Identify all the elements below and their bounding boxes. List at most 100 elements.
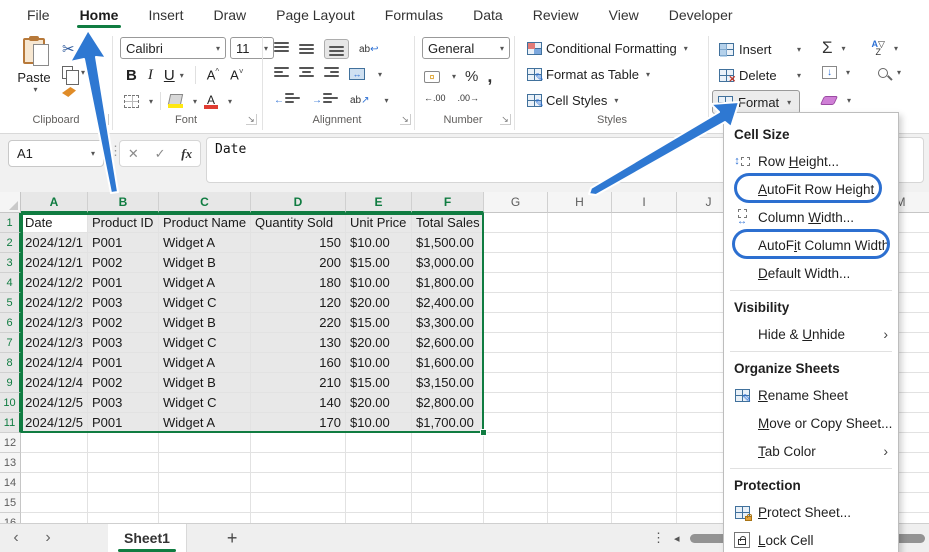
cell-styles-button[interactable]: Cell Styles▾ — [524, 90, 621, 110]
cell-G11[interactable] — [484, 413, 548, 433]
row-header-12[interactable]: 12 — [0, 433, 21, 453]
cell-G5[interactable] — [484, 293, 548, 313]
cell-F8[interactable]: $1,600.00 — [412, 353, 484, 373]
cell-A10[interactable]: 2024/12/5 — [21, 393, 88, 413]
cell-G12[interactable] — [484, 433, 548, 453]
autosum-caret-icon[interactable]: ▾ — [842, 44, 846, 53]
row-header-14[interactable]: 14 — [0, 473, 21, 493]
cell-I8[interactable] — [612, 353, 677, 373]
increase-font-size-button[interactable]: A^ — [207, 67, 219, 82]
row-header-3[interactable]: 3 — [0, 253, 21, 273]
bottom-align-button[interactable] — [324, 39, 349, 59]
menu-item-autofit-column-width[interactable]: AutoFit Column Width — [724, 231, 898, 259]
copy-button[interactable]: ▾ — [62, 66, 85, 85]
row-header-9[interactable]: 9 — [0, 373, 21, 393]
cell-G13[interactable] — [484, 453, 548, 473]
cell-I16[interactable] — [612, 513, 677, 523]
tab-file[interactable]: File — [12, 0, 65, 30]
cell-H15[interactable] — [548, 493, 612, 513]
cell-A5[interactable]: 2024/12/2 — [21, 293, 88, 313]
cell-H3[interactable] — [548, 253, 612, 273]
cell-D12[interactable] — [251, 433, 346, 453]
prev-sheet-icon[interactable]: ‹ — [0, 529, 32, 547]
tabbar-dots-icon[interactable]: ⋮ — [652, 530, 665, 546]
cell-C9[interactable]: Widget B — [159, 373, 251, 393]
cell-A3[interactable]: 2024/12/1 — [21, 253, 88, 273]
font-dialog-launcher[interactable]: ↘ — [246, 114, 257, 125]
find-caret-icon[interactable]: ▾ — [897, 68, 901, 77]
row-header-1[interactable]: 1 — [0, 213, 21, 233]
cell-I11[interactable] — [612, 413, 677, 433]
column-header-I[interactable]: I — [612, 192, 677, 213]
hscroll-left-icon[interactable]: ◂ — [674, 532, 680, 545]
orientation-button[interactable]: ab↗ — [350, 95, 370, 106]
cell-A14[interactable] — [21, 473, 88, 493]
column-header-D[interactable]: D — [251, 192, 346, 213]
confirm-entry-icon[interactable]: ✓ — [155, 146, 166, 162]
cell-F13[interactable] — [412, 453, 484, 473]
fill-color-caret-icon[interactable]: ▾ — [193, 97, 197, 106]
cell-G8[interactable] — [484, 353, 548, 373]
cell-C4[interactable]: Widget A — [159, 273, 251, 293]
cell-E15[interactable] — [346, 493, 412, 513]
cell-D16[interactable] — [251, 513, 346, 523]
row-header-15[interactable]: 15 — [0, 493, 21, 513]
format-as-table-button[interactable]: Format as Table▾ — [524, 64, 653, 84]
menu-item-default-width[interactable]: Default Width... — [724, 259, 898, 287]
cell-E11[interactable]: $10.00 — [346, 413, 412, 433]
font-color-caret-icon[interactable]: ▾ — [228, 97, 232, 106]
cell-H10[interactable] — [548, 393, 612, 413]
menu-item-tab-color[interactable]: Tab Color › — [724, 437, 898, 465]
sheet-tab-sheet1[interactable]: Sheet1 — [108, 523, 187, 552]
cell-D4[interactable]: 180 — [251, 273, 346, 293]
cell-C15[interactable] — [159, 493, 251, 513]
column-header-H[interactable]: H — [548, 192, 612, 213]
cell-H4[interactable] — [548, 273, 612, 293]
cell-H11[interactable] — [548, 413, 612, 433]
cell-A6[interactable]: 2024/12/3 — [21, 313, 88, 333]
accounting-caret-icon[interactable]: ▾ — [452, 72, 456, 81]
cell-G2[interactable] — [484, 233, 548, 253]
tab-data[interactable]: Data — [458, 0, 518, 30]
cell-G16[interactable] — [484, 513, 548, 523]
cell-B3[interactable]: P002 — [88, 253, 159, 273]
cell-C2[interactable]: Widget A — [159, 233, 251, 253]
clear-caret-icon[interactable]: ▾ — [847, 96, 851, 105]
cell-C11[interactable]: Widget A — [159, 413, 251, 433]
row-header-11[interactable]: 11 — [0, 413, 21, 433]
cell-G15[interactable] — [484, 493, 548, 513]
cell-I6[interactable] — [612, 313, 677, 333]
italic-button[interactable]: I — [148, 67, 153, 84]
next-sheet-icon[interactable]: › — [32, 529, 64, 547]
conditional-formatting-button[interactable]: Conditional Formatting ▾ — [524, 38, 691, 58]
fill-caret-icon[interactable]: ▾ — [846, 68, 850, 77]
decrease-font-size-button[interactable]: A˅ — [230, 67, 243, 82]
cell-E5[interactable]: $20.00 — [346, 293, 412, 313]
number-format-combobox[interactable]: General ▾ — [422, 37, 510, 59]
row-header-10[interactable]: 10 — [0, 393, 21, 413]
cell-F10[interactable]: $2,800.00 — [412, 393, 484, 413]
tab-draw[interactable]: Draw — [198, 0, 261, 30]
row-header-5[interactable]: 5 — [0, 293, 21, 313]
cell-F12[interactable] — [412, 433, 484, 453]
cell-I7[interactable] — [612, 333, 677, 353]
cell-H13[interactable] — [548, 453, 612, 473]
cell-F16[interactable] — [412, 513, 484, 523]
cell-D15[interactable] — [251, 493, 346, 513]
fill-handle[interactable] — [480, 429, 487, 436]
cell-I10[interactable] — [612, 393, 677, 413]
menu-item-row-height[interactable]: ↕ Row Height... — [724, 147, 898, 175]
cell-E12[interactable] — [346, 433, 412, 453]
cell-E4[interactable]: $10.00 — [346, 273, 412, 293]
format-button[interactable]: Format ▾ — [712, 90, 800, 114]
cell-I9[interactable] — [612, 373, 677, 393]
cell-C7[interactable]: Widget C — [159, 333, 251, 353]
autosum-button[interactable]: Σ — [822, 38, 833, 58]
clipboard-dialog-launcher[interactable]: ↘ — [98, 114, 109, 125]
cell-D3[interactable]: 200 — [251, 253, 346, 273]
borders-icon[interactable] — [124, 94, 139, 108]
insert-cells-button[interactable]: Insert ▾ — [714, 37, 806, 61]
cell-E13[interactable] — [346, 453, 412, 473]
cancel-entry-icon[interactable]: ✕ — [128, 146, 139, 162]
cell-I5[interactable] — [612, 293, 677, 313]
